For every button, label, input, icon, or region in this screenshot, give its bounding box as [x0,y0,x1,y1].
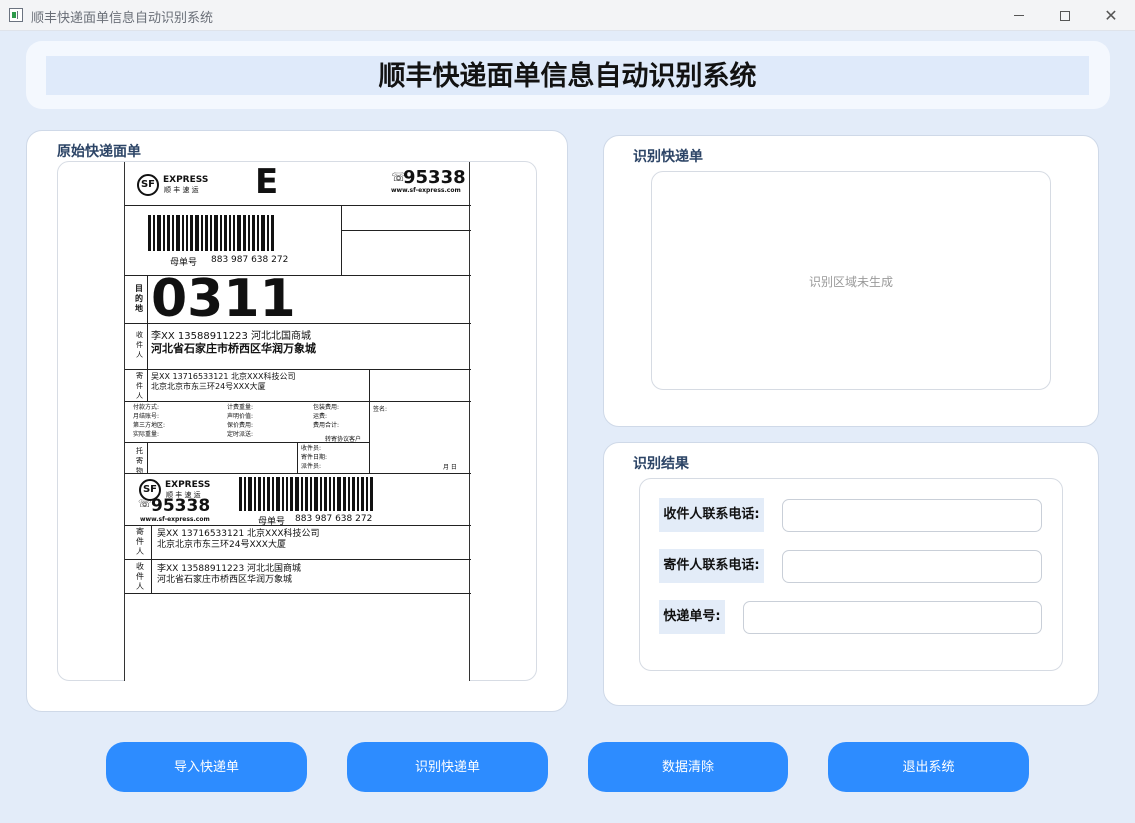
recipient-phone-input[interactable] [782,499,1042,532]
recipient-phone-label: 收件人联系电话: [659,498,764,532]
sender-phone-label: 寄件人联系电话: [659,549,764,583]
date-label: 月 日 [443,464,457,471]
window-title: 顺丰快递面单信息自动识别系统 [31,11,214,26]
sender-phone-input[interactable] [782,550,1042,583]
signature-label: 签名: [373,406,388,413]
service-letter: E [255,162,279,202]
tracking-number-label: 快递单号: [659,600,725,634]
website: www.sf-express.com [391,187,461,194]
barcode [148,215,276,251]
clear-data-button[interactable]: 数据清除 [588,742,788,792]
dest-label: 目的地 [135,284,143,313]
hotline-stub: 95338 [151,496,211,516]
window-titlebar: 顺丰快递面单信息自动识别系统 ✕ [0,0,1135,31]
maximize-icon[interactable] [1042,0,1088,31]
dest-code: 0311 [151,269,296,329]
stub-recipient-label: 收件人 [136,562,144,591]
recognized-waybill-label: 识别快递单 [633,149,703,165]
stub-recipient-line2: 河北省石家庄市桥西区华润万象城 [157,575,293,585]
waybill-image: SF EXPRESS 顺 丰 速 运 E ☏ 95338 www.sf-expr… [124,162,471,681]
sf-logo: SF [137,174,159,196]
close-icon[interactable]: ✕ [1088,0,1134,31]
payment-col1: 付款方式: 月结账号: 第三方地区: 实际重量: [133,404,166,438]
payment-col2: 计费重量: 声明价值: 保价费用: 定时派送: [227,404,254,438]
sender-line2: 北京北京市东三环24号XXX大厦 [151,382,266,391]
hotline: 95338 [403,167,466,188]
sender-label: 寄件人 [136,372,143,400]
recipient-label: 收件人 [136,331,143,359]
website-stub: www.sf-express.com [140,516,210,523]
phone-icon-stub: ☏ [138,497,152,510]
stub-sender-label: 寄件人 [136,527,144,556]
recipient-line2: 河北省石家庄市桥西区华润万象城 [151,342,316,355]
goods-label: 托寄物 [136,447,143,475]
brand-en: EXPRESS [163,175,209,185]
stub-sender-line2: 北京北京市东三环24号XXX大厦 [157,540,286,550]
exit-system-button[interactable]: 退出系统 [828,742,1029,792]
original-waybill-label: 原始快递面单 [57,144,141,160]
recognized-placeholder: 识别区域未生成 [808,275,893,289]
stub-tracking-number: 883 987 638 272 [295,514,373,524]
brand-en-stub: EXPRESS [165,480,211,490]
tracking-label: 母单号 [170,258,198,268]
minimize-icon[interactable] [996,0,1042,31]
tracking-number-input[interactable] [743,601,1042,634]
receiver-info: 收件员: 寄件日期: 派件员: [301,445,328,470]
page-title: 顺丰快递面单信息自动识别系统 [378,61,757,92]
result-label: 识别结果 [633,456,689,472]
import-waybill-button[interactable]: 导入快递单 [106,742,307,792]
brand-cn: 顺 丰 速 运 [164,186,199,194]
app-icon [9,8,23,22]
recognize-waybill-button[interactable]: 识别快递单 [347,742,548,792]
barcode-stub [239,477,375,511]
payment-col3: 包装费用: 运费: 费用合计: [313,404,340,429]
tracking-number: 883 987 638 272 [211,255,289,265]
